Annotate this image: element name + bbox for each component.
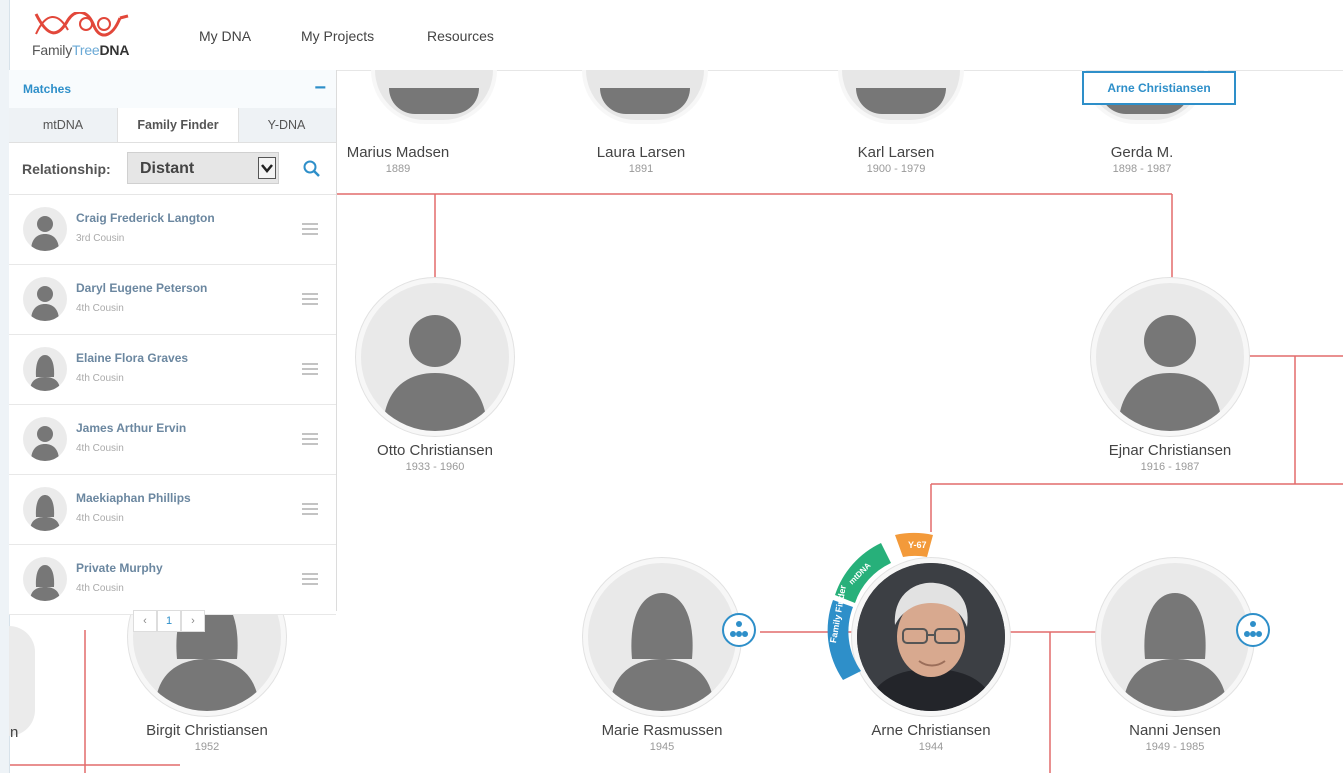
male-silhouette-icon — [23, 207, 67, 251]
female-silhouette-icon — [583, 558, 741, 716]
match-relationship: 4th Cousin — [76, 443, 124, 454]
person-years: 1944 — [918, 741, 944, 753]
relationship-filter: Relationship: Distant — [9, 142, 336, 195]
familytreedna-logo[interactable]: FamilyTreeDNA — [28, 10, 148, 64]
family-tree-icon[interactable] — [1236, 613, 1270, 647]
person-name: Laura Larsen — [596, 144, 686, 161]
female-silhouette-icon — [23, 557, 67, 601]
focus-person-box[interactable]: Arne Christiansen — [1082, 71, 1236, 105]
family-tree-icon[interactable] — [722, 613, 756, 647]
female-silhouette-icon — [23, 487, 67, 531]
arc-label-y67: Y-67 — [908, 540, 927, 550]
male-silhouette-icon — [1091, 278, 1249, 436]
match-name: Maekiaphan Phillips — [76, 491, 191, 505]
partial-person-name: n — [10, 724, 19, 741]
logo-wordmark: FamilyTreeDNA — [32, 42, 130, 58]
person-years: 1900 - 1979 — [866, 163, 926, 175]
person-marius-madsen[interactable]: Marius Madsen 1889 — [318, 138, 478, 175]
match-name: Private Murphy — [76, 561, 163, 575]
person-name: Gerda M. — [1110, 144, 1174, 161]
person-years: 1898 - 1987 — [1112, 163, 1172, 175]
hamburger-menu-icon[interactable] — [302, 223, 318, 235]
male-silhouette-icon — [356, 278, 514, 436]
person-years: 1945 — [649, 741, 675, 753]
person-marie-rasmussen[interactable]: Marie Rasmussen 1945 — [582, 558, 742, 753]
nav-resources[interactable]: Resources — [427, 28, 494, 44]
person-otto-christiansen[interactable]: Otto Christiansen 1933 - 1960 — [355, 278, 515, 473]
person-name: Arne Christiansen — [871, 722, 991, 739]
match-list-item[interactable]: Elaine Flora Graves 4th Cousin — [9, 335, 336, 405]
match-name: Elaine Flora Graves — [76, 351, 189, 365]
person-name: Birgit Christiansen — [146, 722, 268, 739]
hamburger-menu-icon[interactable] — [302, 433, 318, 445]
match-list-item[interactable]: Daryl Eugene Peterson 4th Cousin — [9, 265, 336, 335]
matches-pager: ‹ 1 › — [133, 610, 213, 632]
match-relationship: 4th Cousin — [76, 303, 124, 314]
chevron-down-icon — [258, 157, 276, 179]
match-name: James Arthur Ervin — [76, 421, 187, 435]
person-years: 1891 — [628, 163, 654, 175]
female-silhouette-icon — [23, 347, 67, 391]
pager-page-1[interactable]: 1 — [157, 610, 181, 632]
person-years: 1933 - 1960 — [405, 461, 465, 473]
match-relationship: 3rd Cousin — [76, 233, 125, 244]
person-gerda-m[interactable]: Gerda M. 1898 - 1987 — [1062, 138, 1222, 175]
matches-panel-header: Matches − — [9, 70, 336, 109]
tab-y-dna[interactable]: Y-DNA — [237, 108, 336, 142]
matches-panel: Matches − mtDNA Family Finder Y-DNA Rela… — [9, 70, 337, 615]
female-silhouette-icon — [1096, 558, 1254, 716]
person-name: Marie Rasmussen — [601, 722, 723, 739]
tab-mtdna[interactable]: mtDNA — [9, 108, 117, 142]
person-name: Otto Christiansen — [377, 442, 493, 459]
person-name: Karl Larsen — [857, 144, 935, 161]
person-karl-larsen[interactable]: Karl Larsen 1900 - 1979 — [816, 138, 976, 175]
match-list-item[interactable]: Private Murphy 4th Cousin — [9, 545, 336, 615]
match-list-item[interactable]: Craig Frederick Langton 3rd Cousin — [9, 195, 336, 265]
person-years: 1916 - 1987 — [1140, 461, 1200, 473]
relationship-label: Relationship: — [22, 161, 111, 177]
search-icon[interactable] — [302, 159, 322, 179]
dna-helix-icon — [34, 10, 129, 37]
partial-avatar-left[interactable] — [9, 626, 35, 736]
nav-my-projects[interactable]: My Projects — [301, 28, 374, 44]
person-years: 1952 — [194, 741, 220, 753]
tab-family-finder[interactable]: Family Finder — [117, 108, 239, 142]
relationship-select[interactable]: Distant — [127, 152, 279, 184]
nav-my-dna[interactable]: My DNA — [199, 28, 251, 44]
person-name: Nanni Jensen — [1129, 722, 1221, 739]
person-laura-larsen[interactable]: Laura Larsen 1891 — [561, 138, 721, 175]
match-list-item[interactable]: James Arthur Ervin 4th Cousin — [9, 405, 336, 475]
match-relationship: 4th Cousin — [76, 373, 124, 384]
hamburger-menu-icon[interactable] — [302, 293, 318, 305]
match-relationship: 4th Cousin — [76, 513, 124, 524]
person-name: Ejnar Christiansen — [1108, 442, 1232, 459]
hamburger-menu-icon[interactable] — [302, 363, 318, 375]
person-years: 1949 - 1985 — [1145, 741, 1205, 753]
relationship-value: Distant — [140, 160, 195, 177]
male-silhouette-icon — [23, 277, 67, 321]
male-silhouette-icon — [23, 417, 67, 461]
person-name: Marius Madsen — [346, 144, 450, 161]
person-years: 1889 — [385, 163, 411, 175]
hamburger-menu-icon[interactable] — [302, 503, 318, 515]
dna-tabs: mtDNA Family Finder Y-DNA — [9, 108, 336, 143]
collapse-icon[interactable]: − — [314, 78, 326, 98]
person-nanni-jensen[interactable]: Nanni Jensen 1949 - 1985 — [1095, 558, 1255, 753]
person-ejnar-christiansen[interactable]: Ejnar Christiansen 1916 - 1987 — [1090, 278, 1250, 473]
pager-prev-button[interactable]: ‹ — [133, 610, 157, 632]
match-relationship: 4th Cousin — [76, 583, 124, 594]
match-list-item[interactable]: Maekiaphan Phillips 4th Cousin — [9, 475, 336, 545]
match-name: Craig Frederick Langton — [76, 211, 215, 225]
hamburger-menu-icon[interactable] — [302, 573, 318, 585]
match-name: Daryl Eugene Peterson — [76, 281, 208, 295]
matches-title: Matches — [23, 82, 72, 96]
pager-next-button[interactable]: › — [181, 610, 205, 632]
